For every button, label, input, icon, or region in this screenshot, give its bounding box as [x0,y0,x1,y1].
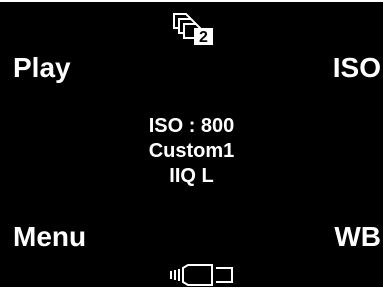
profile-value: Custom1 [148,140,235,162]
wb-softkey-label[interactable]: WB [334,222,381,252]
file-format-value: IIQ L [169,165,214,187]
tethered-connection-icon [170,264,233,286]
svg-text:2: 2 [199,29,208,46]
storage-slot-2-icon: 2 [173,13,213,46]
iso-softkey-label[interactable]: ISO [333,53,381,83]
iso-value: ISO : 800 [148,115,235,137]
camera-display-screen: 2 Play ISO ISO : 800 Custom1 IIQ L Menu … [0,2,383,287]
capture-settings-summary: ISO : 800 Custom1 IIQ L [0,114,383,189]
menu-softkey-label[interactable]: Menu [13,222,86,252]
play-softkey-label[interactable]: Play [13,53,71,83]
